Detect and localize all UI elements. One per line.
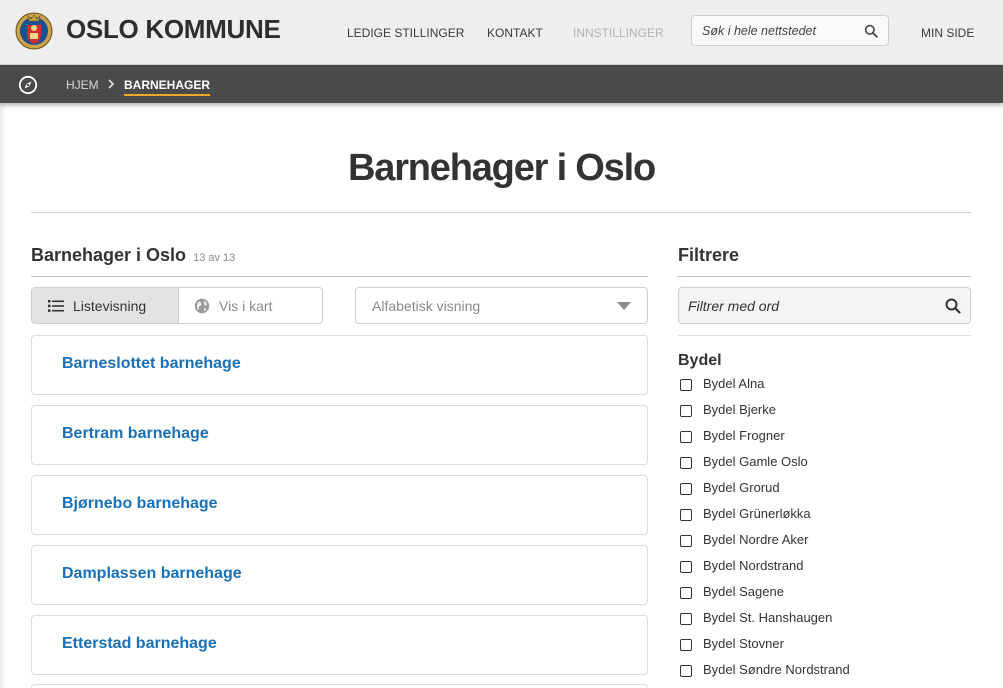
bydel-checkbox-label: Bydel Alna <box>703 376 765 391</box>
kindergarten-link[interactable]: Damplassen barnehage <box>62 565 242 583</box>
breadcrumb: HJEM BARNEHAGER <box>0 65 1003 103</box>
bydel-checkbox-label: Bydel Stovner <box>703 636 784 651</box>
checkbox[interactable] <box>680 431 692 443</box>
site-search-input[interactable] <box>702 22 852 40</box>
list-item: Barneslottet barnehage <box>31 335 648 395</box>
filter-search-box <box>678 287 971 324</box>
search-icon[interactable] <box>945 298 961 314</box>
bydel-checkbox-label: Bydel St. Hanshaugen <box>703 610 833 625</box>
kindergarten-link[interactable]: Etterstad barnehage <box>62 635 217 653</box>
filter-heading-divider <box>678 276 971 277</box>
checkbox[interactable] <box>680 587 692 599</box>
breadcrumb-home-link[interactable]: HJEM <box>66 78 99 92</box>
checkbox[interactable] <box>680 483 692 495</box>
bydel-checkbox-label: Bydel Gamle Oslo <box>703 454 808 469</box>
compass-icon[interactable] <box>18 75 38 95</box>
filter-input[interactable] <box>688 297 928 315</box>
bydel-checkbox-item[interactable]: Bydel Grorud <box>678 478 971 498</box>
bydel-checkbox-item[interactable]: Bydel Bjerke <box>678 400 971 420</box>
list-item-partial <box>31 684 648 688</box>
bydel-checkbox-item[interactable]: Bydel Nordstrand <box>678 556 971 576</box>
bydel-checkbox-label: Bydel Frogner <box>703 428 785 443</box>
globe-icon <box>194 298 210 314</box>
checkbox[interactable] <box>680 379 692 391</box>
checkbox[interactable] <box>680 509 692 521</box>
list-item: Bertram barnehage <box>31 405 648 465</box>
kindergarten-link[interactable]: Barneslottet barnehage <box>62 355 241 373</box>
list-heading-text: Barnehager i Oslo <box>31 245 187 265</box>
bydel-checkbox-label: Bydel Grünerløkka <box>703 506 811 521</box>
nav-ledige-stillinger[interactable]: LEDIGE STILLINGER <box>347 26 464 40</box>
site-header: OSLO KOMMUNE LEDIGE STILLINGER KONTAKT I… <box>0 0 1003 65</box>
sort-dropdown-value: Alfabetisk visning <box>372 298 481 314</box>
bydel-checkbox-label: Bydel Bjerke <box>703 402 776 417</box>
bydel-checkbox-item[interactable]: Bydel Alna <box>678 374 971 394</box>
chevron-right-icon <box>108 79 115 89</box>
oslo-coat-of-arms-logo[interactable] <box>15 10 53 52</box>
list-icon <box>48 300 64 312</box>
result-count: 13 av 13 <box>193 252 236 264</box>
bydel-checkbox-item[interactable]: Bydel Nordre Aker <box>678 530 971 550</box>
bydel-checkbox-item[interactable]: Bydel Stovner <box>678 634 971 654</box>
list-item: Etterstad barnehage <box>31 615 648 675</box>
bydel-checkbox-item[interactable]: Bydel Frogner <box>678 426 971 446</box>
checkbox[interactable] <box>680 561 692 573</box>
page-edge-shadow <box>0 103 6 688</box>
list-item: Damplassen barnehage <box>31 545 648 605</box>
list-item: Bjørnebo barnehage <box>31 475 648 535</box>
kindergarten-link[interactable]: Bjørnebo barnehage <box>62 495 218 513</box>
bydel-checkbox-item[interactable]: Bydel Grünerløkka <box>678 504 971 524</box>
map-view-label: Vis i kart <box>219 298 273 314</box>
site-search-box <box>691 15 889 46</box>
list-heading-divider <box>31 276 648 277</box>
bydel-checkbox-item[interactable]: Bydel Søndre Nordstrand <box>678 660 971 680</box>
filter-divider <box>678 335 971 336</box>
list-view-label: Listevisning <box>73 298 147 314</box>
bydel-checkbox-item[interactable]: Bydel St. Hanshaugen <box>678 608 971 628</box>
checkbox[interactable] <box>680 405 692 417</box>
bydel-checkbox-label: Bydel Sagene <box>703 584 784 599</box>
checkbox[interactable] <box>680 535 692 547</box>
bydel-checkbox-label: Bydel Grorud <box>703 480 780 495</box>
map-view-button[interactable]: Vis i kart <box>179 288 322 323</box>
page-title: Barnehager i Oslo <box>348 147 656 189</box>
bydel-checkbox-item[interactable]: Bydel Sagene <box>678 582 971 602</box>
list-heading: Barnehager i Oslo 13 av 13 <box>31 245 235 266</box>
caret-down-icon <box>617 302 631 310</box>
sort-dropdown[interactable]: Alfabetisk visning <box>355 287 648 324</box>
site-brand-name[interactable]: OSLO KOMMUNE <box>66 14 281 45</box>
bydel-checkbox-label: Bydel Nordre Aker <box>703 532 809 547</box>
nav-kontakt[interactable]: KONTAKT <box>487 26 543 40</box>
bydel-checkbox-label: Bydel Nordstrand <box>703 558 804 573</box>
filter-heading: Filtrere <box>678 245 740 265</box>
search-icon[interactable] <box>864 24 878 38</box>
checkbox[interactable] <box>680 639 692 651</box>
checkbox[interactable] <box>680 457 692 469</box>
bydel-checkbox-label: Bydel Søndre Nordstrand <box>703 662 850 677</box>
nav-min-side[interactable]: MIN SIDE <box>921 26 974 40</box>
nav-innstillinger[interactable]: INNSTILLINGER <box>573 26 664 40</box>
title-divider <box>31 212 971 213</box>
list-view-button[interactable]: Listevisning <box>32 288 179 323</box>
checkbox[interactable] <box>680 665 692 677</box>
checkbox[interactable] <box>680 613 692 625</box>
breadcrumb-current-page[interactable]: BARNEHAGER <box>124 78 211 96</box>
bydel-filter-heading: Bydel <box>678 352 722 369</box>
bydel-checkbox-item[interactable]: Bydel Gamle Oslo <box>678 452 971 472</box>
kindergarten-link[interactable]: Bertram barnehage <box>62 425 209 443</box>
view-mode-toggle: Listevisning Vis i kart <box>31 287 323 324</box>
